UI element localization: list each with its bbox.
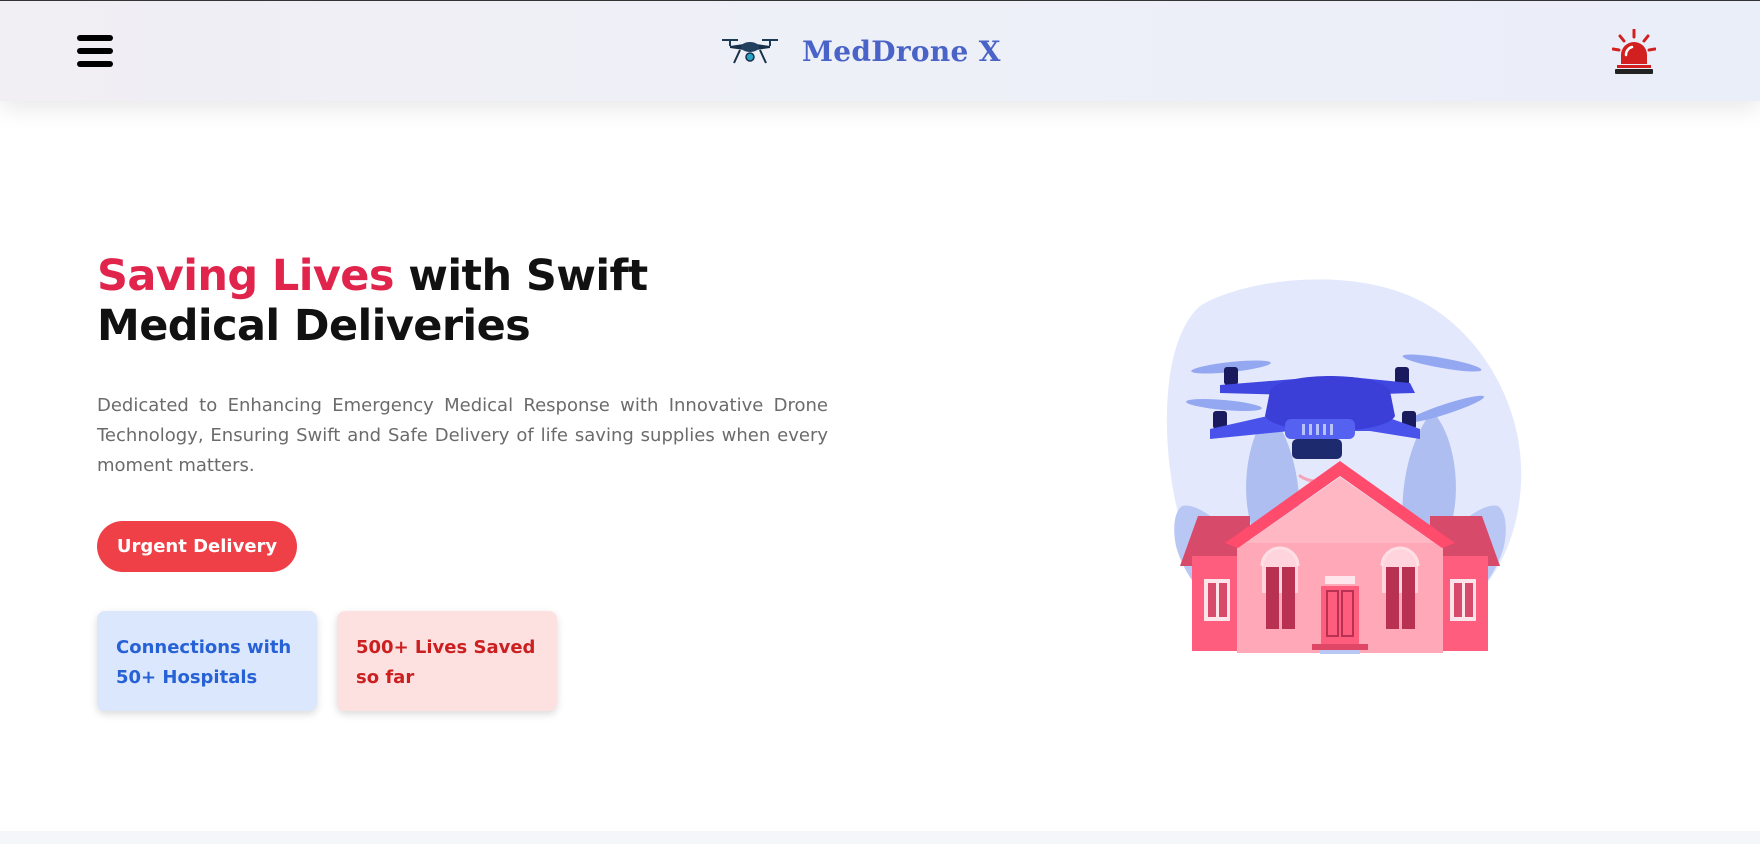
stat-card-lives-saved: 500+ Lives Saved so far	[337, 611, 557, 711]
drone-icon	[722, 39, 778, 64]
hero-section: Saving Lives with Swift Medical Deliveri…	[0, 101, 1760, 831]
navbar: MedDrone X	[0, 0, 1760, 101]
bottom-strip	[0, 831, 1760, 844]
hamburger-menu-icon[interactable]	[77, 35, 113, 67]
hero-headline: Saving Lives with Swift Medical Deliveri…	[97, 251, 817, 351]
brand[interactable]: MedDrone X	[720, 31, 1001, 71]
stat-card-hospitals: Connections with 50+ Hospitals	[97, 611, 317, 711]
brand-name: MedDrone X	[802, 34, 1001, 68]
headline-accent: Saving Lives	[97, 251, 394, 301]
drone-over-house-illustration	[1166, 279, 1522, 654]
siren-icon[interactable]	[1612, 29, 1656, 75]
urgent-delivery-button[interactable]: Urgent Delivery	[97, 521, 297, 572]
hero-tagline: Dedicated to Enhancing Emergency Medical…	[97, 395, 828, 476]
